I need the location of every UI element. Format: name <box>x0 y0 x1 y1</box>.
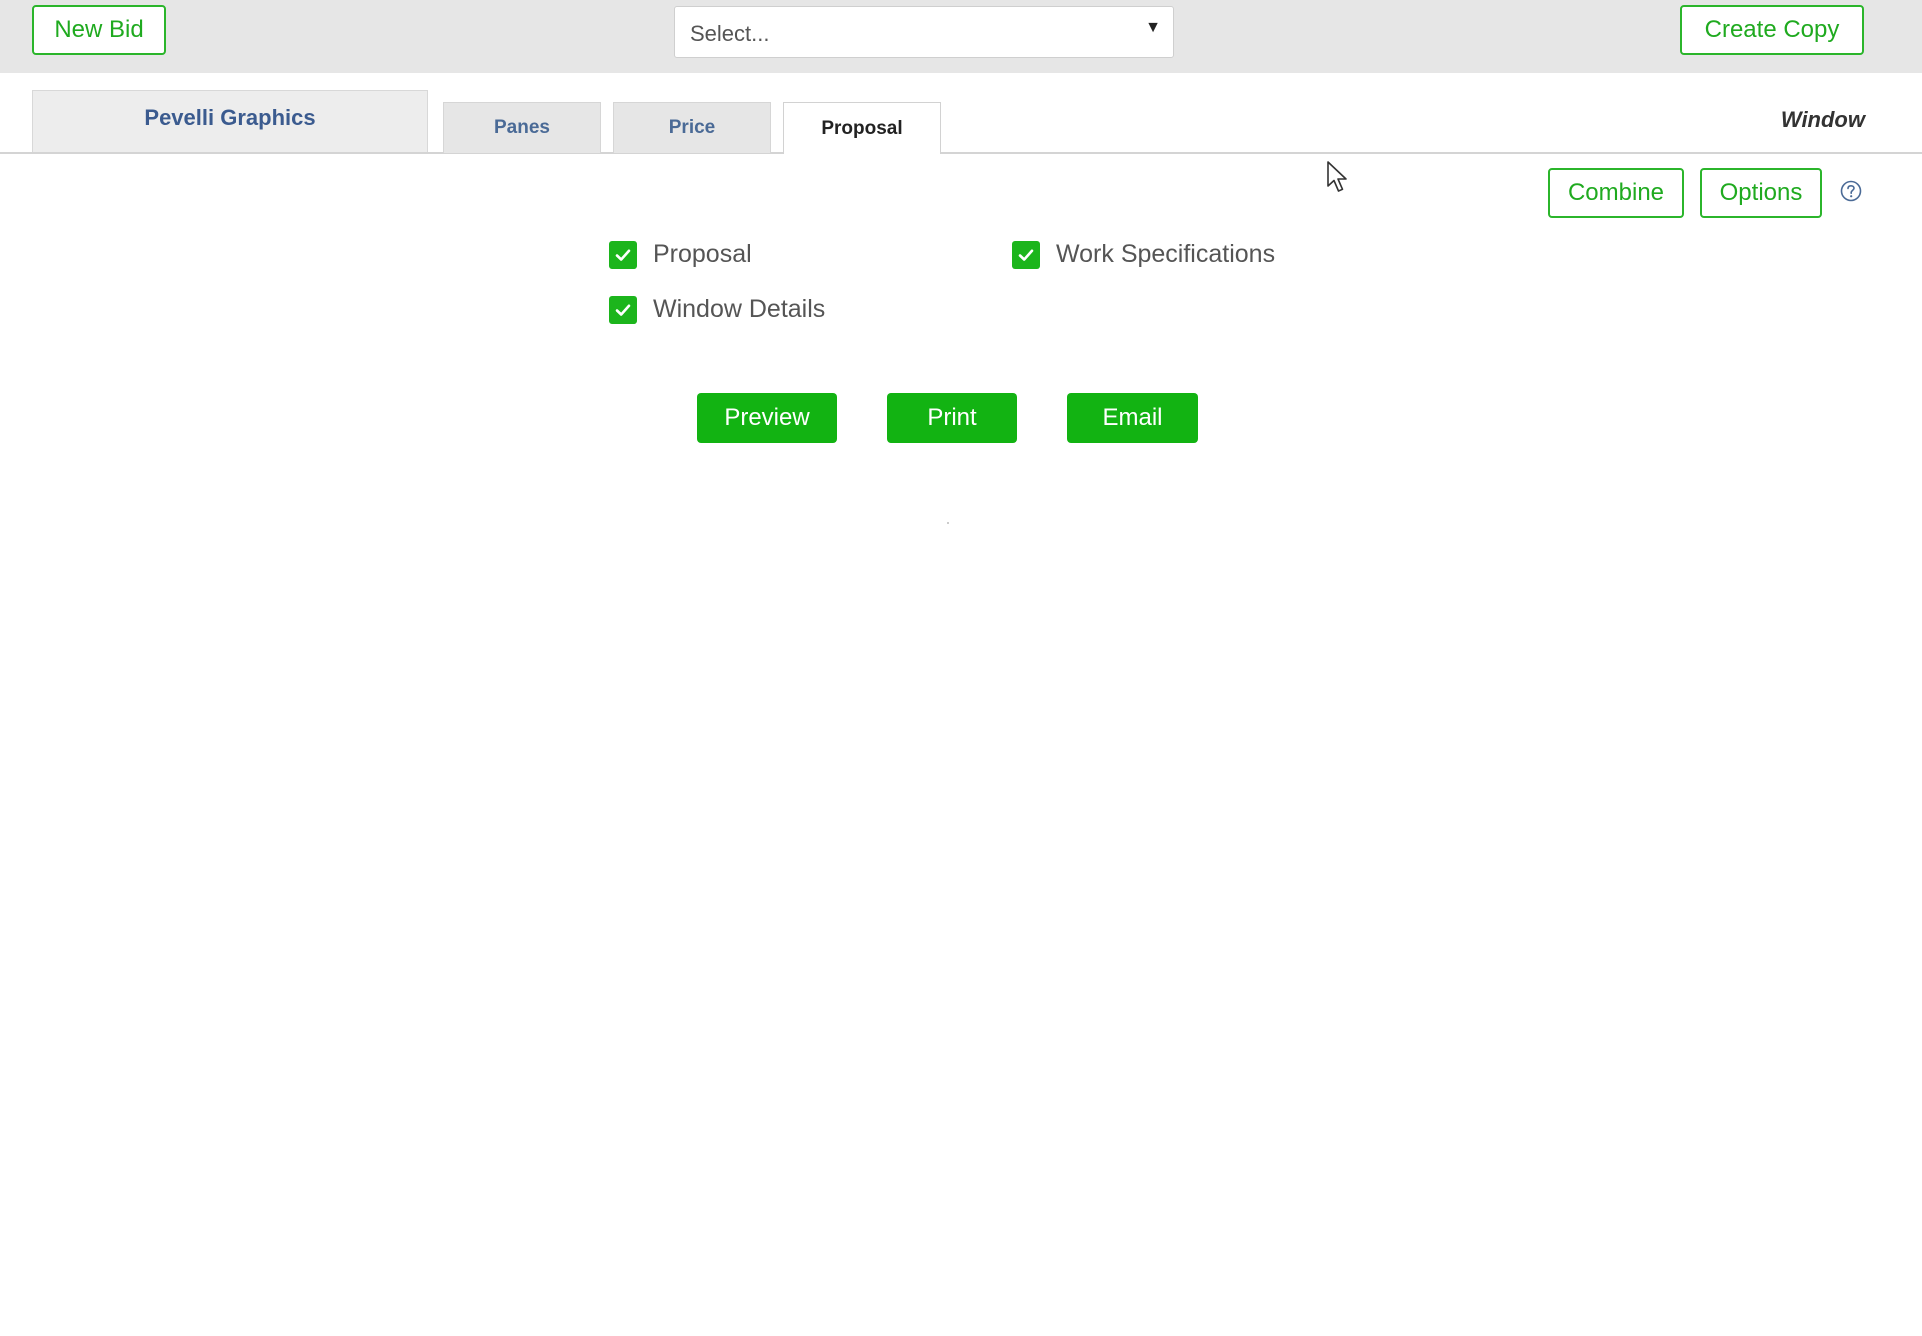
tab-proposal[interactable]: Proposal <box>783 102 941 154</box>
check-icon <box>615 304 631 316</box>
create-copy-button[interactable]: Create Copy <box>1680 5 1864 55</box>
window-details-checkbox[interactable] <box>609 295 637 324</box>
email-button[interactable]: Email <box>1067 393 1198 443</box>
check-icon <box>615 249 631 261</box>
work-specifications-checkbox[interactable] <box>1012 240 1040 269</box>
work-specifications-checkbox-label: Work Specifications <box>1056 240 1276 268</box>
tabs-divider <box>0 152 1922 154</box>
check-icon <box>1018 249 1034 261</box>
window-details-checkbox-row[interactable]: Window Details <box>609 295 825 324</box>
bid-select-dropdown[interactable]: Select... ▼ <box>674 6 1174 58</box>
options-button[interactable]: Options <box>1700 168 1822 218</box>
loading-dot <box>947 522 949 524</box>
preview-button[interactable]: Preview <box>697 393 837 443</box>
combine-button[interactable]: Combine <box>1548 168 1684 218</box>
new-bid-button[interactable]: New Bid <box>32 5 166 55</box>
tab-price[interactable]: Price <box>613 102 771 153</box>
window-details-checkbox-label: Window Details <box>653 295 826 323</box>
window-label: Window <box>1780 107 1865 132</box>
proposal-checkbox[interactable] <box>609 240 637 269</box>
chevron-down-icon: ▼ <box>1145 19 1161 36</box>
proposal-checkbox-row[interactable]: Proposal <box>609 240 752 269</box>
question-circle-icon[interactable] <box>1840 180 1862 202</box>
company-name-tab: Pevelli Graphics <box>32 90 428 152</box>
tab-panes[interactable]: Panes <box>443 102 601 153</box>
proposal-checkbox-label: Proposal <box>653 240 752 268</box>
mouse-pointer-icon <box>1326 160 1350 199</box>
print-button[interactable]: Print <box>887 393 1017 443</box>
work-specifications-checkbox-row[interactable]: Work Specifications <box>1012 240 1275 269</box>
select-placeholder: Select... <box>690 21 770 46</box>
